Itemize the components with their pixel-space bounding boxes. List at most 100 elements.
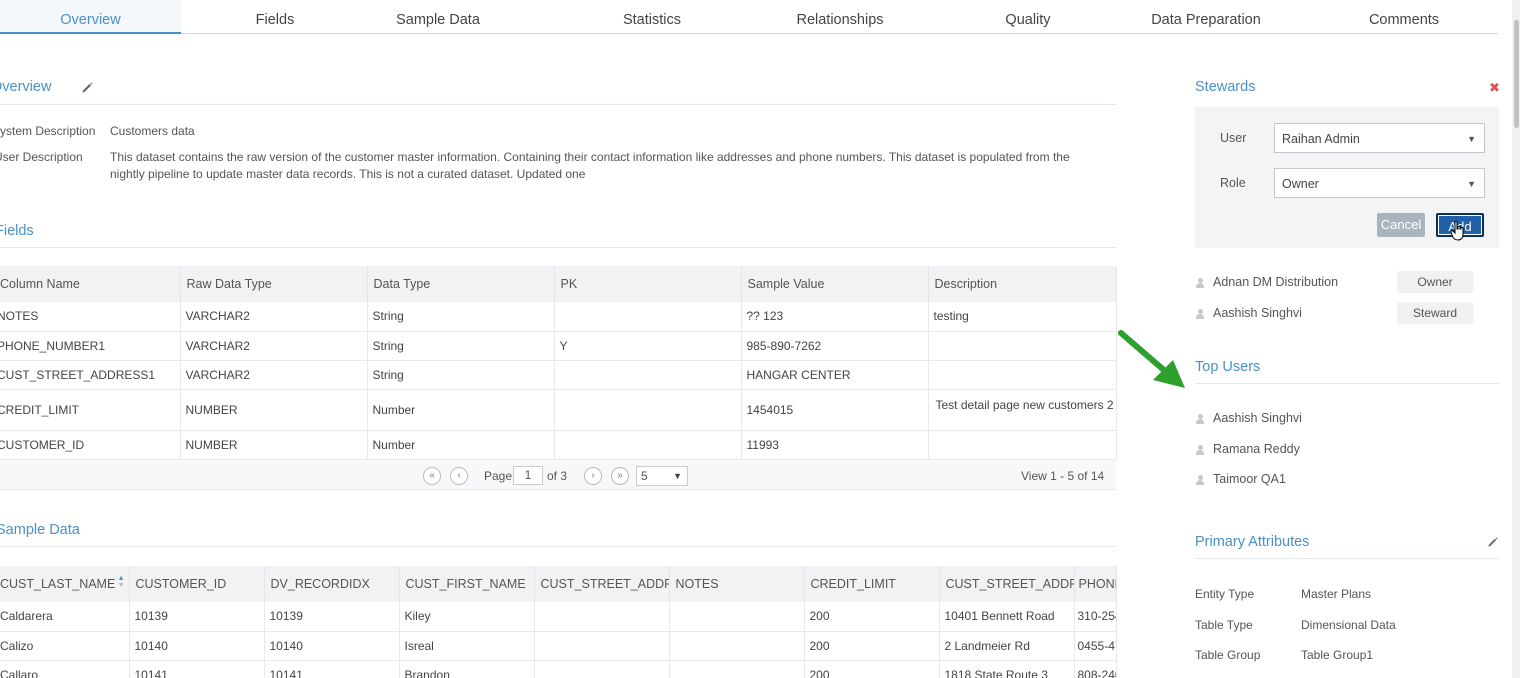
- page-size-select[interactable]: 5 ▼: [636, 466, 688, 486]
- column-header[interactable]: CUST_FIRST_NAME: [399, 566, 535, 602]
- role-select[interactable]: Owner ▼: [1274, 168, 1485, 198]
- table-cell: 200: [804, 631, 940, 661]
- table-cell: Calizo: [0, 631, 130, 661]
- tab-fields[interactable]: Fields: [200, 0, 350, 34]
- table-cell: Kiley: [399, 602, 535, 632]
- column-header[interactable]: Column Name: [0, 266, 181, 302]
- table-row[interactable]: Calizo 10140 10140 Isreal 200 2 Landmeie…: [0, 631, 1117, 661]
- steward-role-badge: Steward: [1397, 302, 1473, 324]
- fields-section-title: Fields: [0, 223, 34, 239]
- overview-section-title: Overview: [0, 79, 52, 95]
- table-cell: Test detail page new customers 2: [928, 389, 1117, 431]
- table-cell: PHONE_NUMBER1: [0, 331, 181, 361]
- table-cell: Brandon: [399, 660, 535, 678]
- table-cell: 10141: [129, 660, 265, 678]
- table-cell: VARCHAR2: [180, 360, 368, 390]
- table-cell: Y: [554, 331, 742, 361]
- mouse-cursor-icon: [1451, 221, 1464, 241]
- table-row[interactable]: CREDIT_LIMIT NUMBER Number 1454015 Test …: [0, 389, 1117, 431]
- tab-quality[interactable]: Quality: [953, 0, 1103, 34]
- column-header[interactable]: PK: [554, 266, 742, 302]
- table-cell: [554, 430, 742, 460]
- tab-sample-data[interactable]: Sample Data: [363, 0, 513, 34]
- edit-overview-icon[interactable]: [81, 81, 94, 94]
- table-cell: [534, 660, 670, 678]
- column-header[interactable]: Raw Data Type: [180, 266, 368, 302]
- top-user-name: Taimoor QA1: [1213, 472, 1286, 486]
- tab-comments[interactable]: Comments: [1329, 0, 1479, 34]
- fields-header-row: Column Name Raw Data Type Data Type PK S…: [0, 266, 1117, 302]
- column-header[interactable]: CUST_STREET_ADDRESS: [534, 566, 670, 602]
- table-row[interactable]: Callaro 10141 10141 Brandon 200 1818 Sta…: [0, 660, 1117, 678]
- user-icon: [1196, 414, 1204, 424]
- page-scrollbar-thumb[interactable]: [1514, 20, 1519, 128]
- user-description-line1: This dataset contains the raw version of…: [110, 150, 1070, 164]
- chevron-down-icon: ▼: [1467, 134, 1476, 144]
- column-header[interactable]: CUST_LAST_NAME ▲ ▼: [0, 566, 130, 602]
- annotation-arrow-icon: [1118, 330, 1185, 388]
- primary-attributes-section-title: Primary Attributes: [1195, 534, 1310, 550]
- column-header[interactable]: Data Type: [367, 266, 555, 302]
- sort-icon[interactable]: ▲ ▼: [118, 575, 125, 589]
- next-page-button[interactable]: ›: [584, 467, 602, 485]
- tab-relationships[interactable]: Relationships: [765, 0, 915, 34]
- column-header[interactable]: Sample Value: [741, 266, 929, 302]
- table-cell: 10140: [264, 631, 400, 661]
- add-steward-form: User Raihan Admin ▼ Role Owner ▼ Cancel …: [1195, 107, 1499, 248]
- table-cell: 10139: [264, 602, 400, 632]
- page-total-label: of 3: [547, 469, 568, 483]
- tab-data-preparation[interactable]: Data Preparation: [1131, 0, 1281, 34]
- user-select[interactable]: Raihan Admin ▼: [1274, 123, 1485, 153]
- page-number-input[interactable]: 1: [513, 466, 543, 485]
- table-cell: CUST_STREET_ADDRESS1: [0, 360, 181, 390]
- column-header[interactable]: CUSTOMER_ID: [129, 566, 265, 602]
- user-description-label: User Description: [0, 150, 83, 164]
- table-row[interactable]: NOTES VARCHAR2 String ?? 123 testing: [0, 302, 1117, 332]
- column-header[interactable]: NOTES: [669, 566, 805, 602]
- table-cell: 808-240: [1074, 660, 1117, 678]
- role-select-value: Owner: [1282, 177, 1319, 191]
- primary-attributes-divider: [1195, 558, 1499, 559]
- last-page-button[interactable]: »: [611, 467, 629, 485]
- table-cell: testing: [928, 302, 1117, 332]
- steward-role-badge: Owner: [1397, 271, 1473, 293]
- table-cell: [534, 631, 670, 661]
- table-cell: 10140: [129, 631, 265, 661]
- tab-statistics[interactable]: Statistics: [577, 0, 727, 34]
- table-cell: NUMBER: [180, 430, 368, 460]
- chevron-down-icon: ▼: [1467, 179, 1476, 189]
- table-cell: 1454015: [741, 389, 929, 431]
- table-row[interactable]: Caldarera 10139 10139 Kiley 200 10401 Be…: [0, 602, 1117, 632]
- table-cell: 2 Landmeier Rd: [939, 631, 1075, 661]
- column-header[interactable]: Description: [928, 266, 1117, 302]
- first-page-button[interactable]: «: [423, 467, 441, 485]
- table-row[interactable]: CUST_STREET_ADDRESS1 VARCHAR2 String HAN…: [0, 360, 1117, 390]
- column-header[interactable]: CUST_STREET_ADDRESS: [939, 566, 1075, 602]
- top-users-section-title: Top Users: [1195, 359, 1261, 375]
- user-icon: [1196, 445, 1204, 455]
- table-cell: [554, 389, 742, 431]
- column-header-label: CUST_LAST_NAME: [0, 577, 116, 591]
- user-icon: [1196, 278, 1204, 288]
- prev-page-button[interactable]: ‹: [450, 467, 468, 485]
- column-header[interactable]: CREDIT_LIMIT: [804, 566, 940, 602]
- table-cell: 200: [804, 602, 940, 632]
- tab-overview[interactable]: Overview: [0, 0, 181, 34]
- edit-attributes-icon[interactable]: [1487, 536, 1499, 548]
- user-description-line2: nightly pipeline to update master data r…: [110, 167, 586, 181]
- system-description-value: Customers data: [110, 124, 195, 138]
- cancel-button[interactable]: Cancel: [1377, 213, 1425, 237]
- table-row[interactable]: PHONE_NUMBER1 VARCHAR2 String Y 985-890-…: [0, 331, 1117, 361]
- attribute-value: Table Group1: [1301, 648, 1374, 662]
- table-cell: String: [367, 302, 555, 332]
- table-cell: Callaro: [0, 660, 130, 678]
- column-header[interactable]: DV_RECORDIDX: [264, 566, 400, 602]
- table-cell: [669, 631, 805, 661]
- top-users-divider: [1195, 383, 1499, 384]
- table-cell: 10139: [129, 602, 265, 632]
- table-cell: 0455-47: [1074, 631, 1117, 661]
- table-row[interactable]: CUSTOMER_ID NUMBER Number 11993: [0, 430, 1117, 460]
- close-icon[interactable]: ✖: [1489, 80, 1500, 96]
- user-select-value: Raihan Admin: [1282, 132, 1360, 146]
- column-header[interactable]: PHONE: [1074, 566, 1117, 602]
